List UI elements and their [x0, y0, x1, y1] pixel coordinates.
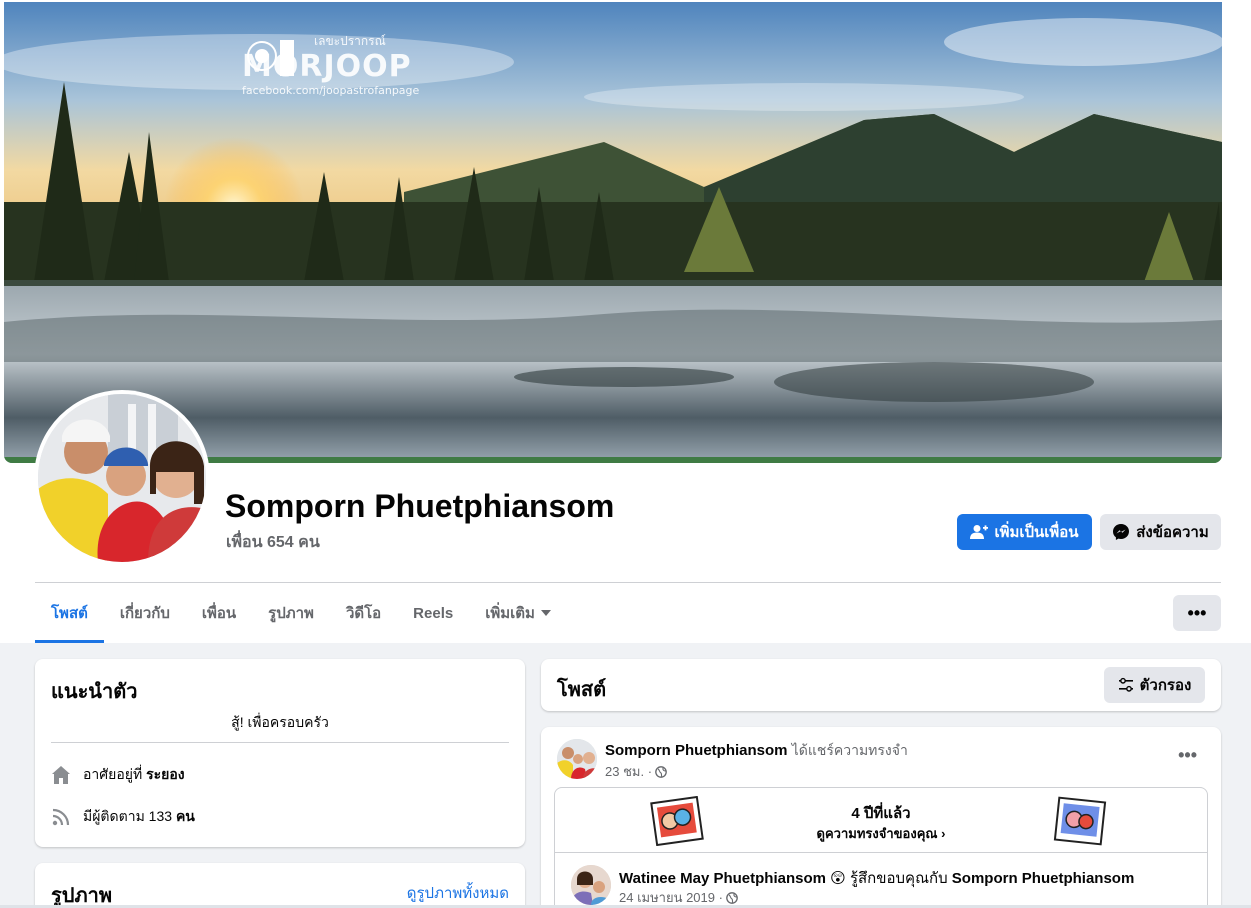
add-friend-button[interactable]: เพิ่มเป็นเพื่อน	[957, 514, 1092, 550]
memory-link-label: ดูความทรงจำของคุณ	[816, 826, 938, 841]
intro-divider	[51, 742, 509, 743]
tab-more[interactable]: เพิ่มเติม	[469, 583, 567, 643]
caret-down-icon	[540, 610, 551, 616]
lives-in-prefix: อาศัยอยู่ที่	[83, 766, 143, 782]
profile-avatar[interactable]	[34, 390, 210, 566]
post-author-avatar[interactable]	[557, 739, 597, 779]
tab-reels[interactable]: Reels	[397, 583, 469, 643]
tab-label: เกี่ยวกับ	[119, 605, 170, 622]
sliders-icon	[1118, 677, 1133, 692]
lives-in-row: อาศัยอยู่ที่ ระยอง	[51, 764, 185, 786]
post-meta: 23 ชม. ·	[605, 761, 667, 782]
tab-posts[interactable]: โพสต์	[35, 583, 104, 643]
cover-watermark: เลขะปรากรณ์ MORJOOP facebook.com/joopast…	[242, 32, 419, 97]
tab-label: เพื่อน	[201, 605, 237, 622]
tab-friends[interactable]: เพื่อน	[186, 583, 252, 643]
profile-header: เลขะปรากรณ์ MORJOOP facebook.com/joopast…	[0, 0, 1251, 643]
profile-name: Somporn Phuetphiansom	[225, 488, 615, 524]
home-icon	[51, 765, 71, 785]
post-options-button[interactable]: •••	[1178, 745, 1197, 766]
post-time[interactable]: 23 ชม. ·	[605, 761, 652, 782]
post-author-name[interactable]: Somporn Phuetphiansom	[605, 742, 788, 759]
shared-target-name[interactable]: Somporn Phuetphiansom	[952, 870, 1135, 887]
photos-card: รูปภาพ ดูรูปภาพทั้งหมด	[35, 863, 525, 908]
post-card: Somporn Phuetphiansom ได้แชร์ความทรงจำ 2…	[541, 727, 1221, 908]
profile-tabs: โพสต์ เกี่ยวกับ เพื่อน รูปภาพ วิดีโอ Ree…	[35, 583, 567, 643]
chevron-right-icon: ›	[941, 826, 946, 841]
followers-row: มีผู้ติดตาม 133 คน	[51, 806, 195, 828]
tab-videos[interactable]: วิดีโอ	[330, 583, 397, 643]
filter-button[interactable]: ตัวกรอง	[1104, 667, 1205, 703]
profile-more-button[interactable]: •••	[1173, 595, 1221, 631]
tab-about[interactable]: เกี่ยวกับ	[104, 583, 186, 643]
intro-bio: สู้! เพื่อครอบครัว	[231, 714, 329, 730]
shared-author-avatar[interactable]	[571, 865, 611, 905]
person-plus-icon	[970, 525, 989, 539]
cover-landscape	[4, 2, 1222, 463]
see-all-photos-link[interactable]: ดูรูปภาพทั้งหมด	[407, 881, 509, 905]
memory-banner[interactable]: 4 ปีที่แล้ว ดูความทรงจำของคุณ ›	[555, 788, 1207, 853]
tab-label: เพิ่มเติม	[485, 605, 535, 622]
followers-prefix: มีผู้ติดตาม 133	[83, 808, 173, 824]
message-button[interactable]: ส่งข้อความ	[1100, 514, 1221, 550]
profile-picture	[38, 394, 206, 562]
followers-suffix: คน	[175, 808, 195, 824]
rss-icon	[51, 807, 71, 827]
message-label: ส่งข้อความ	[1136, 524, 1209, 541]
tab-label: รูปภาพ	[268, 605, 314, 622]
feeling-emoji: 😲	[830, 870, 846, 887]
globe-icon	[726, 891, 738, 904]
post-header-text: Somporn Phuetphiansom ได้แชร์ความทรงจำ	[605, 740, 908, 762]
shared-author-name[interactable]: Watinee May Phuetphiansom	[619, 870, 826, 887]
intro-title: แนะนำตัว	[51, 681, 138, 703]
lives-in-place[interactable]: ระยอง	[146, 766, 185, 782]
memory-title: 4 ปีที่แล้ว	[851, 805, 911, 822]
profile-photo-illustration	[38, 394, 206, 562]
memory-sticker-right	[1053, 796, 1107, 846]
messenger-icon	[1113, 524, 1130, 540]
intro-card: แนะนำตัว สู้! เพื่อครอบครัว อาศัยอยู่ที่…	[35, 659, 525, 847]
posts-header-card: โพสต์ ตัวกรอง	[541, 659, 1221, 711]
watermark-link: facebook.com/joopastrofanpage	[242, 84, 420, 97]
tab-label: โพสต์	[51, 605, 88, 622]
tab-photos[interactable]: รูปภาพ	[252, 583, 330, 643]
add-friend-label: เพิ่มเป็นเพื่อน	[994, 524, 1079, 541]
memory-attachment[interactable]: 4 ปีที่แล้ว ดูความทรงจำของคุณ › Watinee …	[554, 787, 1208, 908]
post-action-text: ได้แชร์ความทรงจำ	[791, 742, 908, 758]
photos-title: รูปภาพ	[51, 885, 113, 907]
friend-count[interactable]: เพื่อน 654 คน	[226, 530, 320, 555]
filter-label: ตัวกรอง	[1139, 677, 1192, 694]
shared-action: รู้สึกขอบคุณกับ	[849, 870, 948, 887]
watermark-logo-icon	[247, 40, 294, 76]
globe-icon	[655, 765, 667, 778]
memory-link[interactable]: ดูความทรงจำของคุณ ›	[555, 823, 1207, 844]
tab-label: Reels	[413, 604, 454, 622]
posts-title: โพสต์	[557, 679, 607, 701]
tab-label: วิดีโอ	[345, 605, 382, 622]
cover-photo[interactable]: เลขะปรากรณ์ MORJOOP facebook.com/joopast…	[4, 2, 1222, 463]
